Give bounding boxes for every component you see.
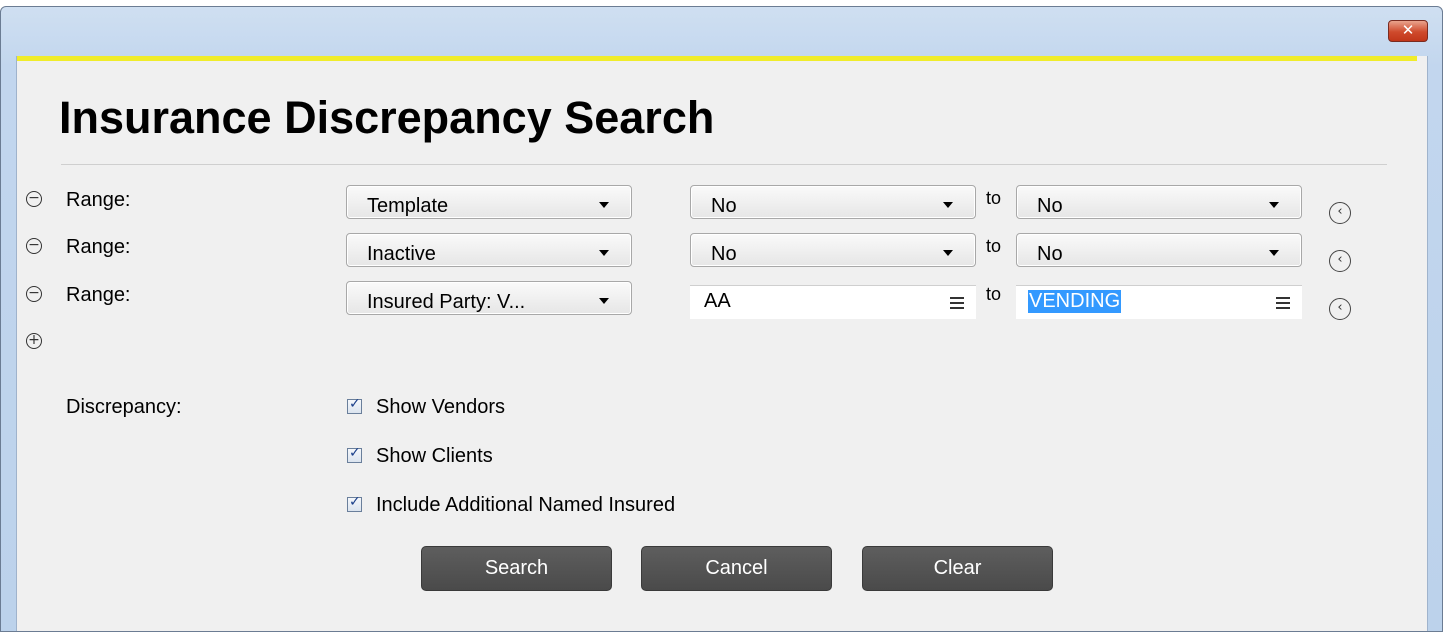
remove-range-icon[interactable]: − (26, 286, 42, 302)
range-to-select[interactable]: No (1016, 185, 1302, 219)
accent-bar (17, 56, 1417, 61)
to-label: to (986, 236, 1002, 256)
range-field-value: Template (367, 195, 449, 217)
range-field-select[interactable]: Inactive (346, 233, 632, 267)
range-field-select[interactable]: Insured Party: V... (346, 281, 632, 315)
range-to-value: No (1037, 243, 1063, 265)
remove-range-icon[interactable]: − (26, 238, 42, 254)
range-label: Range: (66, 236, 131, 258)
range-to-input[interactable]: VENDING (1016, 285, 1302, 319)
range-to-select[interactable]: No (1016, 233, 1302, 267)
chevron-down-icon (943, 202, 953, 208)
range-to-value: No (1037, 195, 1063, 217)
range-field-value: Insured Party: V... (367, 291, 526, 313)
chevron-left-circle-icon[interactable]: ‹ (1329, 250, 1351, 272)
include-additional-named-insured-label: Include Additional Named Insured (376, 494, 676, 516)
chevron-left-circle-icon[interactable]: ‹ (1329, 202, 1351, 224)
show-vendors-label: Show Vendors (376, 396, 505, 418)
list-menu-icon[interactable] (1276, 297, 1290, 309)
search-button[interactable]: Search (421, 546, 612, 591)
chevron-down-icon (943, 250, 953, 256)
list-menu-icon[interactable] (950, 297, 964, 309)
range-from-value: No (711, 195, 737, 217)
dialog-content: Insurance Discrepancy Search (16, 56, 1428, 631)
range-to-value: VENDING (1028, 290, 1122, 313)
discrepancy-label: Discrepancy: (66, 396, 182, 418)
show-clients-checkbox[interactable] (347, 445, 362, 463)
range-label: Range: (66, 284, 131, 306)
title-divider (61, 164, 1387, 165)
page-title: Insurance Discrepancy Search (59, 92, 715, 143)
range-from-select[interactable]: No (690, 233, 976, 267)
chevron-down-icon (1269, 250, 1279, 256)
remove-range-icon[interactable]: − (26, 191, 42, 207)
range-from-value: No (711, 243, 737, 265)
include-additional-named-insured-checkbox[interactable] (347, 494, 362, 512)
range-field-value: Inactive (367, 243, 436, 265)
range-from-select[interactable]: No (690, 185, 976, 219)
plus-circle-icon[interactable]: + (26, 333, 42, 349)
cancel-button[interactable]: Cancel (641, 546, 832, 591)
range-from-value: AA (704, 290, 731, 312)
show-clients-label: Show Clients (376, 445, 493, 467)
chevron-down-icon (1269, 202, 1279, 208)
chevron-down-icon (599, 202, 609, 208)
show-vendors-checkbox[interactable] (347, 396, 362, 414)
chevron-left-circle-icon[interactable]: ‹ (1329, 298, 1351, 320)
to-label: to (986, 188, 1002, 208)
chevron-down-icon (599, 298, 609, 304)
range-field-select[interactable]: Template (346, 185, 632, 219)
close-button[interactable]: ✕ (1388, 20, 1428, 42)
close-icon: ✕ (1401, 21, 1415, 39)
range-from-input[interactable]: AA (690, 285, 976, 319)
chevron-down-icon (599, 250, 609, 256)
to-label: to (986, 284, 1002, 304)
range-label: Range: (66, 189, 131, 211)
clear-button[interactable]: Clear (862, 546, 1053, 591)
